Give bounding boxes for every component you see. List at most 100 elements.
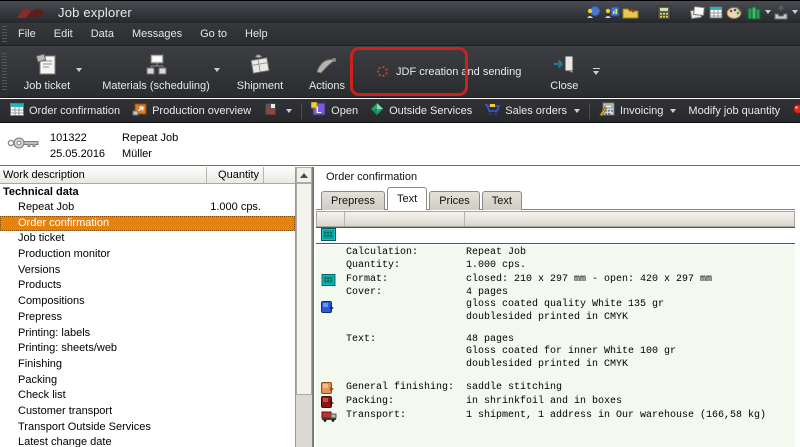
production-overview-button[interactable]: Production overview (126, 101, 257, 121)
quantity-value: 1.000 cps. (210, 200, 261, 216)
outbox-icon[interactable] (771, 3, 790, 21)
close-label: Close (550, 80, 578, 92)
jdf-target-icon (377, 66, 388, 77)
work-panel-scrollbar[interactable] (296, 167, 313, 447)
detail-record-row[interactable] (316, 227, 795, 244)
order-confirmation-panel: Order confirmation Prepress Text Prices … (313, 167, 800, 447)
tree-item-latest-change-date[interactable]: Latest change date (0, 435, 295, 447)
menubar-grip[interactable] (2, 26, 7, 41)
modify-status-button[interactable]: Modify status (786, 101, 800, 121)
menu-goto[interactable]: Go to (191, 25, 236, 43)
tree-item-versions[interactable]: Versions (0, 263, 295, 279)
invoicing-label: Invoicing (620, 105, 663, 117)
books-icon[interactable] (744, 3, 763, 21)
column-work-description[interactable]: Work description (0, 167, 207, 183)
tree-item-packing[interactable]: Packing (0, 373, 295, 389)
tree-item-check-list[interactable]: Check list (0, 388, 295, 404)
tree-item-order-confirmation[interactable]: Order confirmation (0, 216, 295, 232)
tab-text-2[interactable]: Text (482, 191, 522, 210)
scroll-up-button[interactable] (296, 167, 312, 183)
sales-orders-dropdown-caret[interactable] (574, 109, 580, 113)
materials-button[interactable]: Materials (scheduling) (89, 46, 223, 97)
calculation-row: Calculation: Repeat Job (316, 247, 795, 260)
tab-text-active[interactable]: Text (387, 187, 427, 210)
invoicing-dropdown-caret[interactable] (670, 109, 676, 113)
tree-item-production-monitor[interactable]: Production monitor (0, 247, 295, 263)
spreadsheet-icon[interactable] (706, 3, 725, 21)
main-toolbar: Job ticket Materials (scheduling) Shipme… (0, 46, 800, 98)
menu-help[interactable]: Help (236, 25, 277, 43)
up-arrow-icon (300, 173, 308, 178)
materials-dropdown-caret[interactable] (214, 68, 220, 72)
shipment-button[interactable]: Shipment (227, 46, 293, 97)
folder-eject-icon[interactable] (621, 3, 640, 21)
scrollbar-thumb[interactable] (296, 183, 312, 395)
open-button[interactable]: L Open (305, 101, 364, 121)
pdf-export-button[interactable] (257, 101, 298, 121)
tree-item-transport-outside-services[interactable]: Transport Outside Services (0, 420, 295, 436)
job-info-bar: 101322 Repeat Job 25.05.2016 Müller (0, 123, 800, 166)
work-panel-header: Work description Quantity (0, 167, 295, 184)
job-ticket-label: Job ticket (24, 80, 70, 92)
order-confirmation-button[interactable]: Order confirmation (4, 101, 126, 121)
cards-icon[interactable] (687, 3, 706, 21)
tree-item-repeat-job[interactable]: Repeat Job 1.000 cps. (0, 200, 295, 216)
tab-prices[interactable]: Prices (429, 191, 480, 210)
job-number: 101322 (50, 132, 87, 144)
actions-button[interactable]: Actions (297, 46, 357, 97)
production-icon (132, 102, 147, 119)
toolbar-overflow-button[interactable] (589, 46, 603, 97)
close-button[interactable]: Close (541, 46, 587, 97)
outside-services-button[interactable]: Outside Services (364, 101, 478, 121)
sales-orders-label: Sales orders (505, 105, 567, 117)
jdf-creation-button[interactable]: JDF creation and sending (363, 46, 535, 97)
job-ticket-dropdown-caret[interactable] (76, 68, 82, 72)
user-globe-icon[interactable] (583, 3, 602, 21)
text-row: Text: 48 pages Gloss coated for inner Wh… (316, 334, 795, 372)
pdf-export-dropdown-caret[interactable] (286, 109, 292, 113)
tree-item-printing-sheets-web[interactable]: Printing: sheets/web (0, 341, 295, 357)
transport-truck-icon (321, 410, 338, 426)
shipment-icon (247, 50, 273, 80)
ribbon-toolbar: Order confirmation Production overview L… (0, 99, 800, 123)
tree-item-products[interactable]: Products (0, 278, 295, 294)
cover-row: Cover: 4 pages gloss coated quality Whit… (316, 287, 795, 325)
detail-panel-title: Order confirmation (326, 171, 417, 183)
menu-edit[interactable]: Edit (45, 25, 82, 43)
tree-item-printing-labels[interactable]: Printing: labels (0, 326, 295, 342)
table-grid-icon (10, 103, 24, 119)
tree-item-prepress[interactable]: Prepress (0, 310, 295, 326)
titlebar: Job explorer (0, 1, 800, 23)
outbox-dropdown-caret[interactable] (792, 10, 798, 14)
modify-job-quantity-button[interactable]: Modify job quantity (682, 101, 786, 121)
job-explorer-window: Job explorer (0, 0, 800, 447)
outside-services-label: Outside Services (389, 105, 472, 117)
user-report-icon[interactable] (602, 3, 621, 21)
calculator-icon[interactable] (654, 3, 673, 21)
invoicing-button[interactable]: Invoicing (593, 101, 682, 121)
tree-item-finishing[interactable]: Finishing (0, 357, 295, 373)
menu-data[interactable]: Data (82, 25, 123, 43)
key-icon (7, 135, 41, 155)
column-quantity[interactable]: Quantity (207, 167, 264, 183)
tree-item-compositions[interactable]: Compositions (0, 294, 295, 310)
tree-group-technical-data[interactable]: Technical data (0, 184, 295, 200)
tree-item-job-ticket[interactable]: Job ticket (0, 231, 295, 247)
tree-item-customer-transport[interactable]: Customer transport (0, 404, 295, 420)
tab-prepress[interactable]: Prepress (321, 191, 385, 210)
materials-icon (141, 50, 171, 80)
detail-grid-header (316, 211, 795, 227)
menu-file[interactable]: File (9, 25, 45, 43)
palette-icon[interactable] (725, 3, 744, 21)
job-contact: Müller (122, 148, 152, 160)
toolbar-grip[interactable] (2, 53, 7, 91)
job-ticket-button[interactable]: Job ticket (9, 46, 85, 97)
actions-label: Actions (309, 80, 345, 92)
cart-icon (484, 103, 500, 119)
quantity-row: Quantity: 1.000 cps. (316, 260, 795, 273)
production-overview-label: Production overview (152, 105, 251, 117)
transport-row: Transport: 1 shipment, 1 address in Our … (316, 410, 795, 423)
menu-messages[interactable]: Messages (123, 25, 191, 43)
sales-orders-button[interactable]: Sales orders (478, 101, 586, 121)
ribbon-separator (301, 103, 302, 119)
